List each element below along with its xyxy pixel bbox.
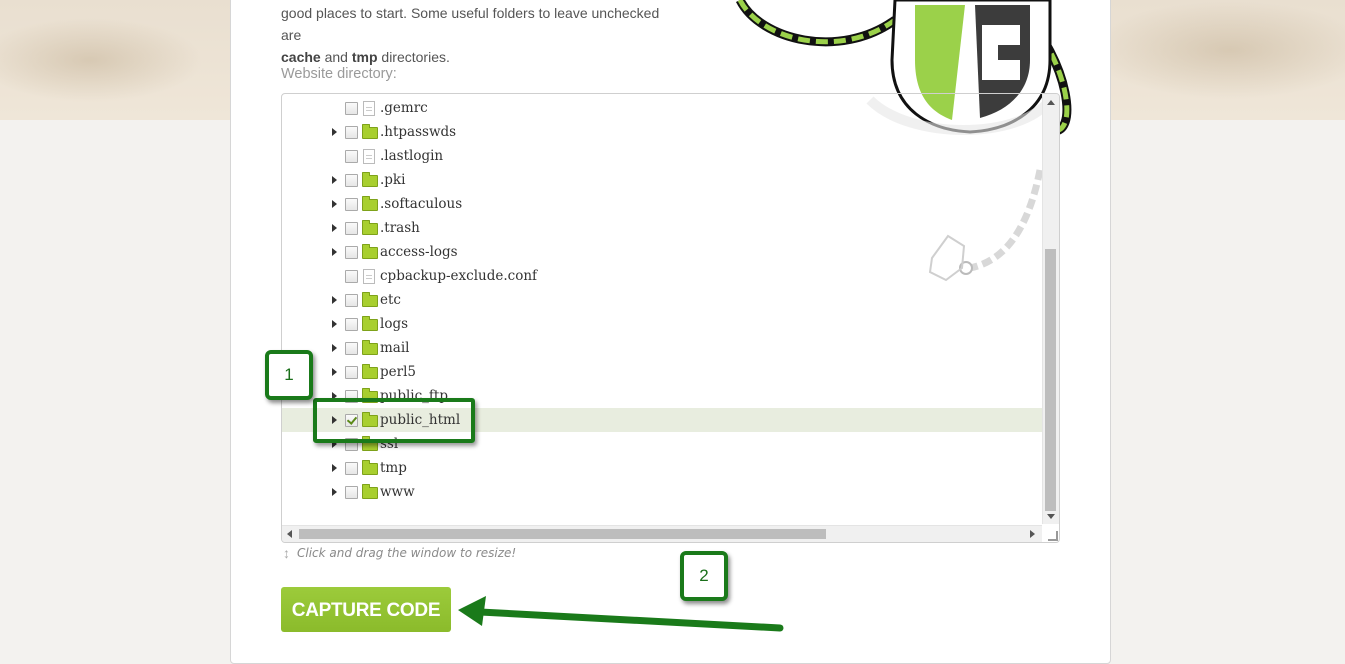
folder-icon — [362, 172, 378, 187]
scroll-left-icon[interactable] — [287, 530, 292, 538]
capture-code-button[interactable]: CAPTURE CODE — [281, 587, 451, 632]
resize-arrows-icon: ↕ — [283, 545, 290, 561]
intro-bold-tmp: tmp — [351, 49, 378, 65]
row-checkbox[interactable] — [345, 150, 358, 163]
folder-icon — [362, 484, 378, 499]
folder-icon — [362, 220, 378, 235]
folder-icon — [362, 196, 378, 211]
intro-bold-cache: cache — [281, 49, 321, 65]
expand-arrow-icon[interactable] — [332, 344, 337, 352]
folder-icon — [362, 340, 378, 355]
vertical-scroll-thumb[interactable] — [1045, 249, 1056, 511]
row-label[interactable]: .pki — [380, 172, 405, 188]
row-checkbox[interactable] — [345, 318, 358, 331]
tree-row[interactable]: cpbackup-exclude.conf — [282, 264, 1042, 288]
intro-line-1: good places to start. Some useful folder… — [281, 5, 660, 43]
row-checkbox[interactable] — [345, 294, 358, 307]
folder-icon — [362, 124, 378, 139]
expand-arrow-icon[interactable] — [332, 176, 337, 184]
horizontal-scroll-thumb[interactable] — [299, 529, 826, 539]
resize-grip-icon[interactable] — [1048, 531, 1058, 541]
callout-1: 1 — [265, 350, 313, 400]
tree-row[interactable]: perl5 — [282, 360, 1042, 384]
expand-arrow-icon[interactable] — [332, 224, 337, 232]
row-label[interactable]: etc — [380, 292, 401, 308]
folder-icon — [362, 364, 378, 379]
row-checkbox[interactable] — [345, 342, 358, 355]
tree-row[interactable]: etc — [282, 288, 1042, 312]
row-checkbox[interactable] — [345, 270, 358, 283]
expand-arrow-icon[interactable] — [332, 200, 337, 208]
scroll-right-icon[interactable] — [1030, 530, 1035, 538]
row-checkbox[interactable] — [345, 126, 358, 139]
folder-icon — [362, 244, 378, 259]
row-checkbox[interactable] — [345, 462, 358, 475]
tree-row[interactable]: tmp — [282, 456, 1042, 480]
website-directory-label: Website directory: — [281, 66, 397, 82]
tree-row[interactable]: mail — [282, 336, 1042, 360]
row-label[interactable]: logs — [380, 316, 408, 332]
intro-and: and — [320, 49, 352, 65]
tree-row[interactable]: logs — [282, 312, 1042, 336]
tree-row[interactable]: www — [282, 480, 1042, 504]
expand-arrow-icon[interactable] — [332, 128, 337, 136]
folder-icon — [362, 460, 378, 475]
row-label[interactable]: tmp — [380, 460, 407, 476]
tree-row[interactable]: .gemrc — [282, 96, 1042, 120]
row-checkbox[interactable] — [345, 174, 358, 187]
tree-row[interactable]: .lastlogin — [282, 144, 1042, 168]
directory-tree[interactable]: .gemrc .htpasswds .lastlogin .pki .softaculo… — [281, 93, 1060, 543]
tree-row[interactable]: access-logs — [282, 240, 1042, 264]
expand-arrow-icon[interactable] — [332, 368, 337, 376]
expand-arrow-icon[interactable] — [332, 248, 337, 256]
row-label[interactable]: access-logs — [380, 244, 458, 260]
scroll-down-icon[interactable] — [1047, 514, 1055, 519]
file-icon — [363, 269, 375, 284]
file-icon — [363, 101, 375, 116]
vertical-scrollbar[interactable] — [1042, 94, 1059, 524]
expand-arrow-icon[interactable] — [332, 464, 337, 472]
folder-icon — [362, 316, 378, 331]
row-label[interactable]: .softaculous — [380, 196, 462, 212]
row-label[interactable]: .trash — [380, 220, 420, 236]
file-icon — [363, 149, 375, 164]
highlight-public-html — [313, 398, 475, 443]
row-checkbox[interactable] — [345, 246, 358, 259]
row-label[interactable]: .gemrc — [380, 100, 428, 116]
row-label[interactable]: perl5 — [380, 364, 416, 380]
row-checkbox[interactable] — [345, 222, 358, 235]
folder-icon — [362, 292, 378, 307]
tree-row[interactable]: .softaculous — [282, 192, 1042, 216]
tree-row[interactable]: .pki — [282, 168, 1042, 192]
resize-hint-text: Click and drag the window to resize! — [297, 546, 517, 560]
row-label[interactable]: www — [380, 484, 415, 500]
row-checkbox[interactable] — [345, 366, 358, 379]
row-label[interactable]: mail — [380, 340, 410, 356]
horizontal-scrollbar[interactable] — [282, 525, 1042, 542]
intro-line-2: cache and tmp directories. — [281, 46, 681, 68]
expand-arrow-icon[interactable] — [332, 296, 337, 304]
row-checkbox[interactable] — [345, 102, 358, 115]
pointer-arrow-icon — [458, 596, 784, 632]
expand-arrow-icon[interactable] — [332, 320, 337, 328]
row-label[interactable]: .lastlogin — [380, 148, 443, 164]
intro-text: good places to start. Some useful folder… — [281, 2, 681, 68]
expand-arrow-icon[interactable] — [332, 488, 337, 496]
intro-tail: directories. — [377, 49, 450, 65]
row-label[interactable]: .htpasswds — [380, 124, 456, 140]
row-checkbox[interactable] — [345, 486, 358, 499]
scroll-up-icon[interactable] — [1047, 100, 1055, 105]
row-checkbox[interactable] — [345, 198, 358, 211]
tree-row[interactable]: .trash — [282, 216, 1042, 240]
tree-row[interactable]: .htpasswds — [282, 120, 1042, 144]
row-label[interactable]: cpbackup-exclude.conf — [380, 268, 537, 284]
